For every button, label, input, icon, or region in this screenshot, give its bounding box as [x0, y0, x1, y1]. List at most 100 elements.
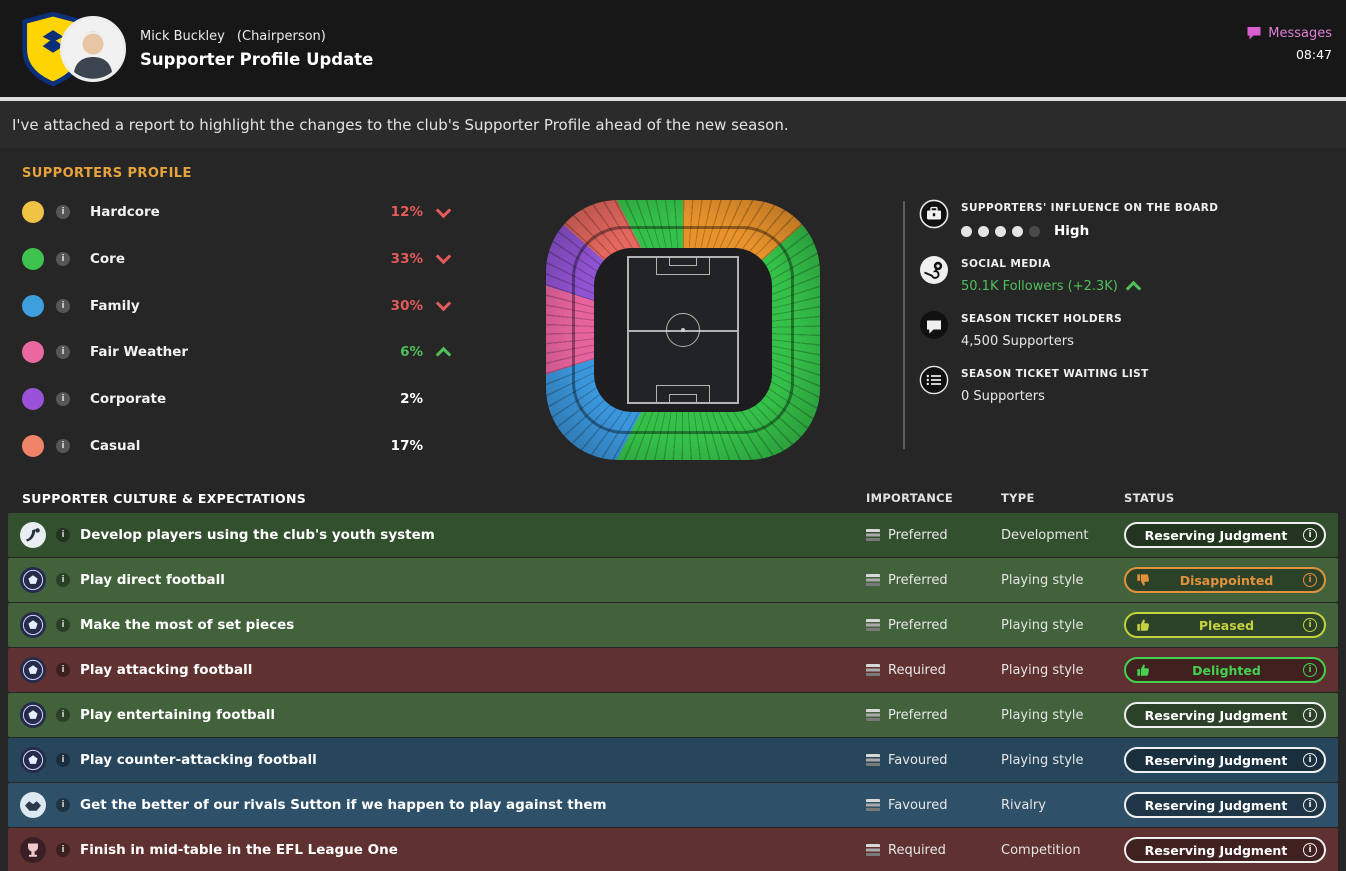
supporter-segment: i Family 30%: [22, 291, 463, 321]
info-icon[interactable]: i: [1303, 843, 1317, 857]
info-icon[interactable]: i: [1303, 663, 1317, 677]
info-icon[interactable]: i: [56, 528, 70, 542]
info-icon[interactable]: i: [56, 663, 70, 677]
social-media-stat: SOCIAL MEDIA 50.1K Followers (+2.3K): [919, 255, 1338, 297]
sender-line: Mick Buckley (Chairperson): [140, 29, 373, 44]
sender-name: Mick Buckley: [140, 28, 225, 44]
status-label: Reserving Judgment: [1144, 707, 1288, 723]
culture-row[interactable]: i Play direct football Preferred Playing st…: [8, 558, 1338, 602]
culture-row[interactable]: i Play counter-attacking football Favoured…: [8, 738, 1338, 782]
info-icon[interactable]: i: [56, 618, 70, 632]
column-importance: IMPORTANCE: [866, 491, 954, 505]
segment-label: Casual: [90, 437, 141, 454]
message-titles: Mick Buckley (Chairperson) Supporter Pro…: [140, 29, 373, 69]
status-pill[interactable]: Reserving Judgment i: [1124, 837, 1326, 863]
football-icon: [20, 567, 46, 593]
info-icon[interactable]: i: [56, 438, 70, 453]
importance-label: Preferred: [888, 572, 948, 588]
expectation-text: Play counter-attacking football: [80, 752, 317, 768]
season-ticket-waiting-list-stat: SEASON TICKET WAITING LIST 0 Supporters: [919, 365, 1338, 404]
status-label: Pleased: [1198, 617, 1255, 633]
column-status: STATUS: [1124, 491, 1175, 505]
social-media-icon: [920, 256, 948, 284]
club-crest-and-photo: [20, 11, 126, 87]
status-label: Disappointed: [1179, 572, 1274, 588]
status-pill[interactable]: Pleased i: [1124, 612, 1326, 638]
type-label: Playing style: [1001, 707, 1084, 723]
info-icon[interactable]: i: [56, 708, 70, 722]
culture-row[interactable]: i Play entertaining football Preferred Play…: [8, 693, 1338, 737]
trend-up-icon: [423, 345, 463, 363]
segment-value: 6%: [400, 344, 423, 361]
info-icon[interactable]: i: [1303, 618, 1317, 632]
influence-dot: [961, 225, 972, 237]
status-pill[interactable]: Reserving Judgment i: [1124, 747, 1326, 773]
importance-level-icon: [866, 754, 880, 766]
type-label: Playing style: [1001, 572, 1084, 588]
football-icon: [20, 702, 46, 728]
importance-level-icon: [866, 709, 880, 721]
culture-title: SUPPORTER CULTURE & EXPECTATIONS: [22, 490, 307, 506]
importance-label: Required: [888, 662, 946, 678]
supporter-segments: i Hardcore 12% i Core 33% i Family 30% i Fair Weat…: [8, 185, 463, 475]
chairperson-avatar: [60, 15, 126, 82]
season-ticket-waiting-list-value: 0 Supporters: [961, 389, 1045, 404]
importance-label: Preferred: [888, 617, 948, 633]
info-icon[interactable]: i: [56, 345, 70, 360]
info-icon[interactable]: i: [1303, 528, 1317, 542]
influence-dots: [961, 225, 1040, 237]
messages-icon: [1247, 27, 1261, 40]
expectation-text: Get the better of our rivals Sutton if w…: [80, 797, 607, 813]
influence-dot: [978, 225, 989, 237]
importance-level-icon: [866, 529, 880, 541]
info-icon[interactable]: i: [56, 298, 70, 313]
status-pill[interactable]: Reserving Judgment i: [1124, 792, 1326, 818]
status-pill[interactable]: Reserving Judgment i: [1124, 702, 1326, 728]
culture-row[interactable]: i Make the most of set pieces Preferred Pla…: [8, 603, 1338, 647]
info-icon[interactable]: i: [1303, 753, 1317, 767]
sender-role: (Chairperson): [236, 28, 326, 44]
expectation-text: Develop players using the club's youth s…: [80, 527, 435, 543]
culture-row[interactable]: i Play attacking football Required Playing …: [8, 648, 1338, 692]
importance-label: Preferred: [888, 707, 948, 723]
culture-row[interactable]: i Develop players using the club's youth …: [8, 513, 1338, 557]
board-influence-stat: SUPPORTERS' INFLUENCE ON THE BOARD High: [919, 199, 1338, 239]
importance-label: Preferred: [888, 527, 948, 543]
influence-dot: [1012, 225, 1023, 237]
message-header: Mick Buckley (Chairperson) Supporter Pro…: [0, 0, 1346, 97]
supporter-stats: SUPPORTERS' INFLUENCE ON THE BOARD High: [905, 185, 1338, 475]
culture-row[interactable]: i Finish in mid-table in the EFL League O…: [8, 828, 1338, 871]
status-pill[interactable]: Disappointed i: [1124, 567, 1326, 593]
info-icon[interactable]: i: [56, 392, 70, 407]
trend-down-icon: [423, 295, 463, 312]
expectation-text: Play direct football: [80, 572, 225, 588]
youth-icon: [20, 522, 46, 548]
season-ticket-holders-icon: [920, 311, 948, 339]
info-icon[interactable]: i: [56, 251, 70, 266]
info-icon[interactable]: i: [1303, 708, 1317, 722]
info-icon[interactable]: i: [56, 798, 70, 812]
expectation-text: Make the most of set pieces: [80, 617, 295, 633]
importance-level-icon: [866, 664, 880, 676]
segment-value: 17%: [390, 437, 423, 454]
culture-row[interactable]: i Get the better of our rivals Sutton if …: [8, 783, 1338, 827]
supporter-segment: i Core 33%: [22, 244, 463, 274]
status-pill[interactable]: Reserving Judgment i: [1124, 522, 1326, 548]
importance-level-icon: [866, 619, 880, 631]
info-icon[interactable]: i: [1303, 798, 1317, 812]
info-icon[interactable]: i: [1303, 573, 1317, 587]
trophy-icon: [20, 837, 46, 863]
expectation-text: Play entertaining football: [80, 707, 276, 723]
status-label: Delighted: [1192, 662, 1261, 678]
status-pill[interactable]: Delighted i: [1124, 657, 1326, 683]
info-icon[interactable]: i: [56, 573, 70, 587]
info-icon[interactable]: i: [56, 843, 70, 857]
status-label: Reserving Judgment: [1144, 797, 1288, 813]
segment-value: 12%: [390, 204, 423, 220]
supporter-segment: i Casual 17%: [22, 431, 463, 461]
trend-up-icon: [1125, 280, 1142, 297]
info-icon[interactable]: i: [56, 205, 70, 219]
messages-link[interactable]: Messages: [1246, 26, 1332, 41]
trend-down-icon: [423, 202, 463, 218]
info-icon[interactable]: i: [56, 753, 70, 767]
